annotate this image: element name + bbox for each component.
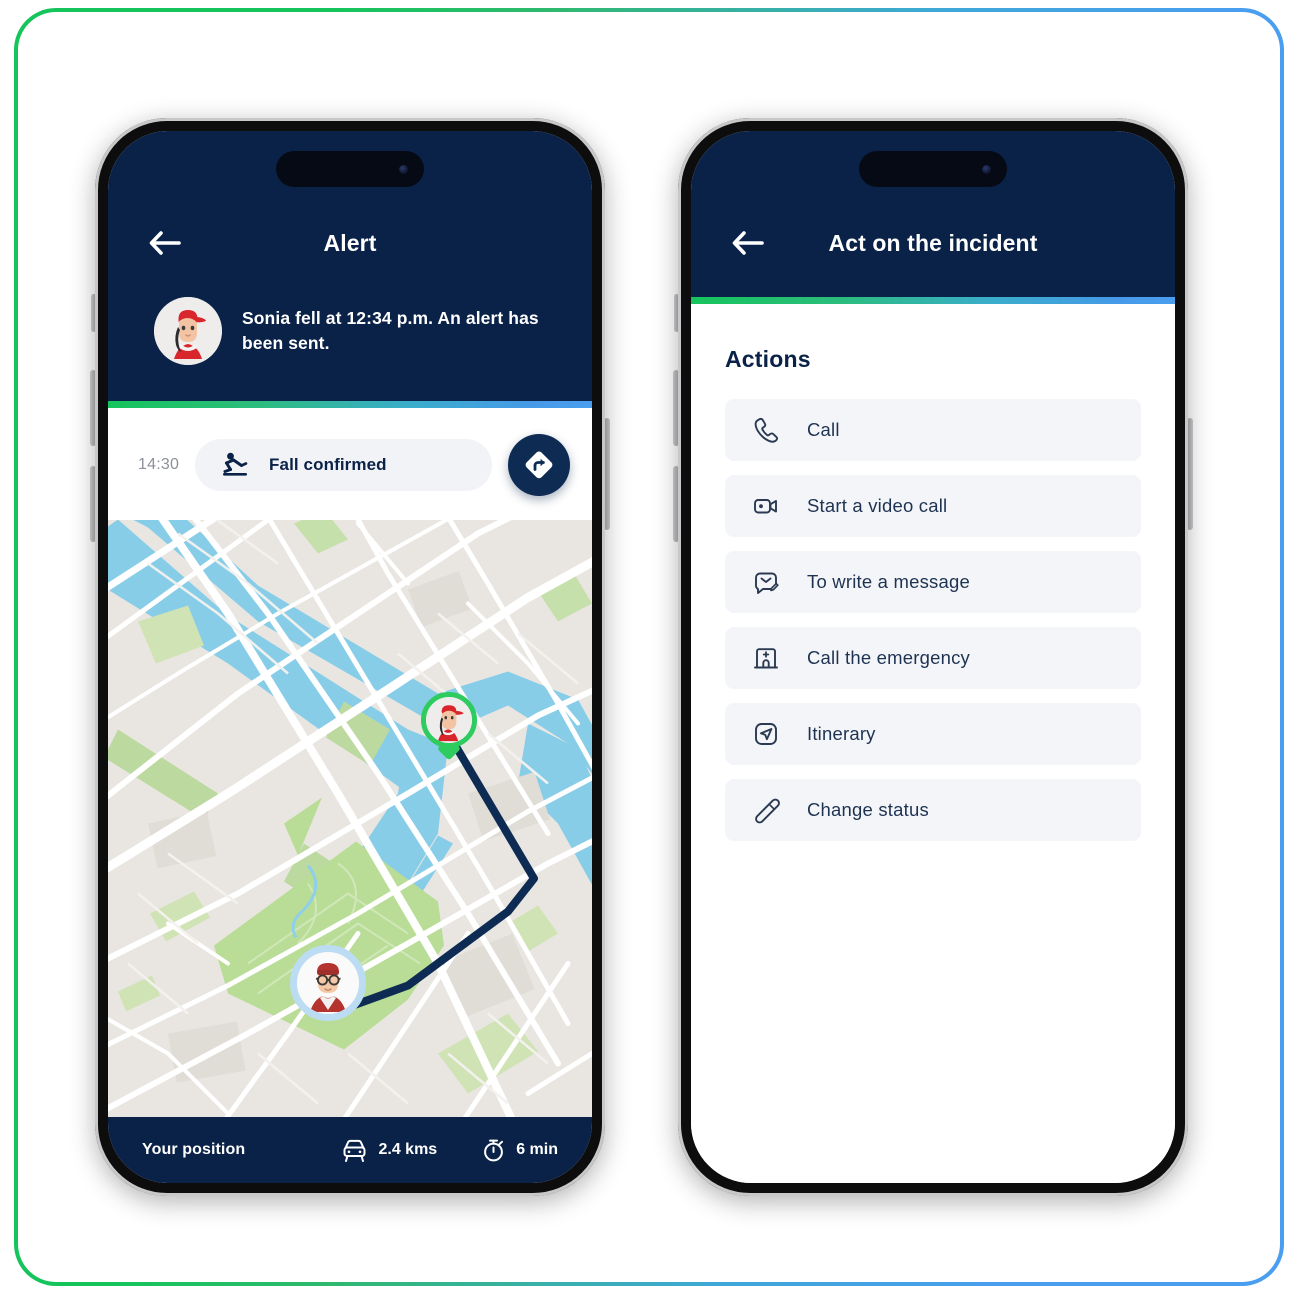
actions-screen: Act on the incident Actions Call Start a… xyxy=(691,131,1175,1183)
distance-stat: 2.4 kms xyxy=(341,1138,437,1162)
stopwatch-icon xyxy=(484,1139,504,1161)
status-label: Fall confirmed xyxy=(269,455,387,474)
person-falling-icon xyxy=(223,452,248,476)
front-camera-icon-2 xyxy=(982,164,991,174)
phone-volume-down-button-2[interactable] xyxy=(673,466,679,542)
navigation-fab-button[interactable] xyxy=(508,434,570,496)
page-root: Alert Sonia fell at 12:34 p.m. An alert … xyxy=(0,0,1297,1296)
alert-message: Sonia fell at 12:34 p.m. An alert has be… xyxy=(242,308,539,353)
status-chip[interactable]: Fall confirmed xyxy=(195,439,492,491)
action-item-write-message[interactable]: To write a message xyxy=(725,551,1141,613)
action-label: Start a video call xyxy=(807,495,948,516)
phone-mute-button-2[interactable] xyxy=(674,294,679,332)
alert-summary: Sonia fell at 12:34 p.m. An alert has be… xyxy=(108,271,592,401)
dynamic-island xyxy=(276,151,424,187)
avatar-responder-marker[interactable] xyxy=(290,944,367,1021)
action-item-change-status[interactable]: Change status xyxy=(725,779,1141,841)
action-item-call[interactable]: Call xyxy=(725,399,1141,461)
arrow-left-icon[interactable] xyxy=(731,230,765,256)
actions-list-container: Actions Call Start a video call To write… xyxy=(691,304,1175,1183)
video-icon xyxy=(751,492,781,520)
incident-map[interactable] xyxy=(108,520,592,1117)
phone-volume-down-button[interactable] xyxy=(90,466,96,542)
distance-value: 2.4 kms xyxy=(378,1141,438,1158)
navigation-icon xyxy=(751,720,781,748)
dynamic-island-2 xyxy=(859,151,1007,187)
avatar-sonia xyxy=(154,297,222,365)
car-icon xyxy=(343,1139,366,1162)
duration-value: 6 min xyxy=(516,1141,558,1158)
accent-gradient-bar-2 xyxy=(691,297,1175,304)
map-footer: Your position 2.4 kms 6 min xyxy=(108,1117,592,1183)
hospital-icon xyxy=(751,644,781,672)
phone-actions: Act on the incident Actions Call Start a… xyxy=(673,118,1193,1196)
action-item-video-call[interactable]: Start a video call xyxy=(725,475,1141,537)
action-label: Change status xyxy=(807,799,929,820)
action-item-call-emergency[interactable]: Call the emergency xyxy=(725,627,1141,689)
arrow-left-icon[interactable] xyxy=(148,230,182,256)
avatar-victim-marker[interactable] xyxy=(421,691,478,748)
phone-power-button-2[interactable] xyxy=(1187,418,1193,530)
phone-alert: Alert Sonia fell at 12:34 p.m. An alert … xyxy=(90,118,610,1196)
message-edit-icon xyxy=(751,568,781,596)
phone-mute-button[interactable] xyxy=(91,294,96,332)
phone-power-button[interactable] xyxy=(604,418,610,530)
status-time: 14:30 xyxy=(138,456,180,473)
action-label: Call xyxy=(807,419,840,440)
route-path xyxy=(349,737,538,1010)
phone-icon xyxy=(751,416,781,444)
duration-stat: 6 min xyxy=(481,1138,558,1163)
front-camera-icon xyxy=(399,164,408,174)
navigation-arrow-icon xyxy=(525,451,553,479)
action-label: To write a message xyxy=(807,571,970,592)
action-label: Itinerary xyxy=(807,723,876,744)
incident-status-bar: 14:30 Fall confirmed xyxy=(108,408,592,520)
accent-gradient-bar xyxy=(108,401,592,408)
action-label: Call the emergency xyxy=(807,647,970,668)
actions-section-title: Actions xyxy=(725,346,811,372)
action-item-itinerary[interactable]: Itinerary xyxy=(725,703,1141,765)
your-position-label: Your position xyxy=(142,1141,246,1158)
phone-volume-up-button[interactable] xyxy=(90,370,96,446)
phone-volume-up-button-2[interactable] xyxy=(673,370,679,446)
pencil-icon xyxy=(751,796,781,824)
alert-screen: Alert Sonia fell at 12:34 p.m. An alert … xyxy=(108,131,592,1183)
